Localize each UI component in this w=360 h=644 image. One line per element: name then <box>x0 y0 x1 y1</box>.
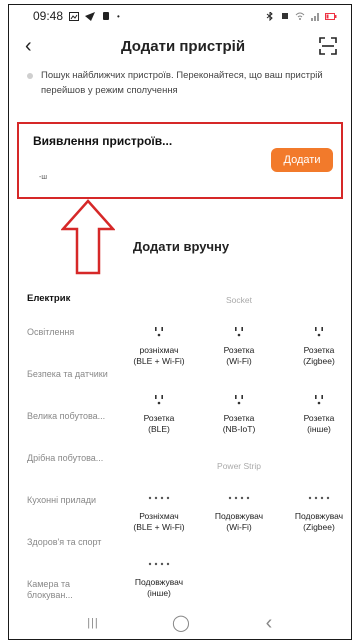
signal-icon <box>311 12 319 21</box>
system-back-button[interactable]: ‹ <box>254 612 284 635</box>
discovery-title: Виявлення пристроїв... <box>33 134 173 148</box>
discovery-subtitle: -ш <box>39 174 47 181</box>
device-tile[interactable]: Подовжувач (Wi-Fi) <box>199 487 279 532</box>
device-protocol: (NB-IoT) <box>222 423 256 434</box>
device-tile[interactable]: Розніхмач (BLE + Wi-Fi) <box>119 487 199 532</box>
section-power-strip: Power Strip <box>217 461 261 471</box>
category-lighting[interactable]: Освітлення <box>27 327 117 338</box>
socket-icon <box>155 395 163 405</box>
manual-add-title: Додати вручну <box>132 239 230 254</box>
device-protocol: (Wi-Fi) <box>226 521 252 532</box>
device-tile[interactable]: Розетка (BLE) <box>119 389 199 434</box>
back-button[interactable]: ‹ <box>25 35 49 58</box>
device-name: Розетка <box>143 413 175 423</box>
device-name: Розетка <box>223 413 255 423</box>
power-strip-icon <box>228 496 250 500</box>
discovery-card: Виявлення пристроїв... -ш Додати <box>17 122 343 199</box>
power-strip-icon <box>148 562 170 566</box>
device-tile[interactable]: розніхмач (BLE + Wi-Fi) <box>119 321 199 366</box>
device-tile[interactable]: Розетка (Zigbee) <box>279 321 351 366</box>
device-protocol: (інше) <box>147 587 171 598</box>
page-title: Додати пристрій <box>120 37 246 55</box>
power-strip-icon <box>148 496 170 500</box>
device-protocol: (Zigbee) <box>303 355 335 366</box>
phone-frame: 09:48 • ‹ Додати пристрій Пошук найближч… <box>8 4 352 640</box>
recents-button[interactable]: ||| <box>78 617 108 629</box>
category-electric[interactable]: Електрик <box>27 293 117 305</box>
hint-text: Пошук найближчих пристроїв. Переконайтес… <box>41 70 323 96</box>
up-arrow-annotation <box>61 199 115 275</box>
status-dot: • <box>117 11 120 21</box>
device-protocol: (Wi-Fi) <box>226 355 252 366</box>
category-health[interactable]: Здоров'я та спорт <box>27 537 117 548</box>
device-tile[interactable]: Розетка (Wi-Fi) <box>199 321 279 366</box>
category-large-appliances[interactable]: Велика побутова... <box>27 411 117 422</box>
system-nav-bar: ||| ◯ ‹ <box>9 607 351 639</box>
wifi-icon <box>295 12 305 20</box>
scan-button[interactable] <box>317 35 339 57</box>
status-time: 09:48 <box>33 9 64 23</box>
device-tile[interactable]: Подовжувач (Zigbee) <box>279 487 351 532</box>
device-name: Подовжувач <box>294 511 344 521</box>
device-protocol: (BLE + Wi-Fi) <box>133 521 185 532</box>
bluetooth-icon <box>266 11 273 21</box>
device-name: Розетка <box>223 345 255 355</box>
section-socket: Socket <box>226 295 252 305</box>
send-icon <box>85 11 96 21</box>
socket-icon <box>235 395 243 405</box>
add-discovered-button[interactable]: Додати <box>271 148 333 172</box>
device-name: Розніхмач <box>139 511 179 521</box>
device-name: Розетка <box>303 345 335 355</box>
device-name: Розетка <box>303 413 335 423</box>
hint-bullet <box>27 73 33 79</box>
device-protocol: (інше) <box>307 423 331 434</box>
device-name: розніхмач <box>139 345 179 355</box>
home-button[interactable]: ◯ <box>166 613 196 633</box>
category-security[interactable]: Безпека та датчики <box>27 369 117 380</box>
device-protocol: (BLE) <box>148 423 170 434</box>
socket-icon <box>315 327 323 337</box>
app-header: ‹ Додати пристрій <box>9 27 351 65</box>
device-tile[interactable]: Розетка (NB-IoT) <box>199 389 279 434</box>
device-name: Подовжувач <box>134 577 184 587</box>
notification-icon <box>103 11 110 20</box>
mute-icon <box>282 12 288 19</box>
device-name: Подовжувач <box>214 511 264 521</box>
socket-icon <box>315 395 323 405</box>
category-camera-lock[interactable]: Камера та блокуван... <box>27 579 117 602</box>
battery-icon <box>325 12 337 20</box>
scan-icon <box>319 37 337 55</box>
status-bar: 09:48 • <box>9 5 351 27</box>
device-protocol: (BLE + Wi-Fi) <box>133 355 185 366</box>
device-tile[interactable]: Розетка (інше) <box>279 389 351 434</box>
category-small-appliances[interactable]: Дрібна побутова... <box>27 453 117 464</box>
socket-icon <box>235 327 243 337</box>
gallery-icon <box>69 11 80 21</box>
pairing-hint: Пошук найближчих пристроїв. Переконайтес… <box>9 65 351 98</box>
category-kitchen[interactable]: Кухонні прилади <box>27 495 117 506</box>
device-protocol: (Zigbee) <box>303 521 335 532</box>
device-tile[interactable]: Подовжувач (інше) <box>119 553 199 598</box>
power-strip-icon <box>308 496 330 500</box>
socket-icon <box>155 327 163 337</box>
